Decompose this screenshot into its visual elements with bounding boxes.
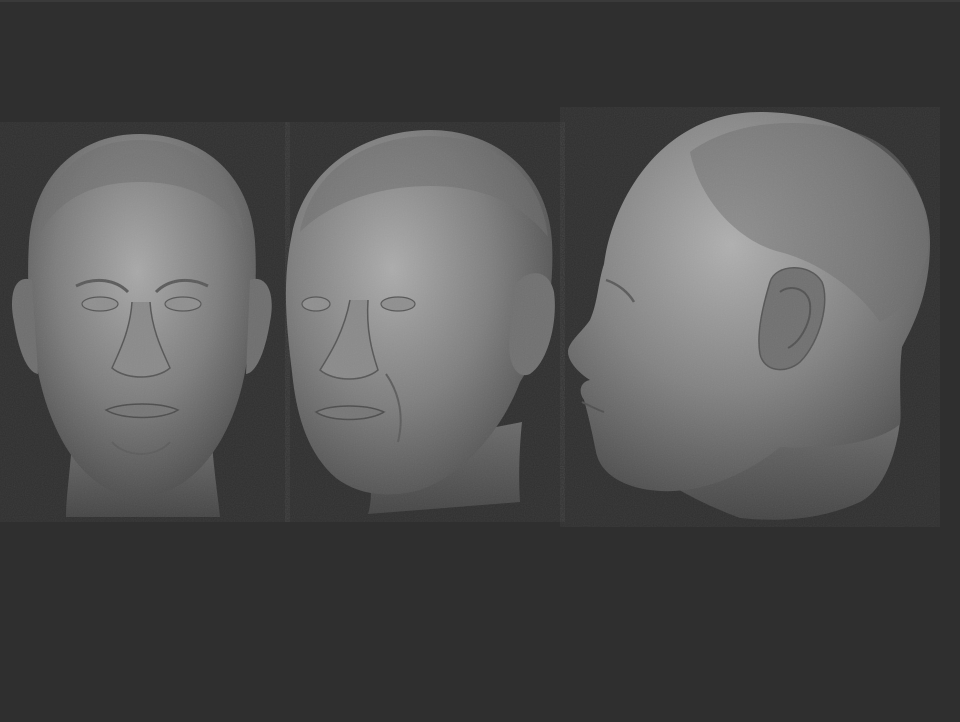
head-profile-view bbox=[560, 107, 940, 527]
head-three-quarter-view bbox=[285, 122, 565, 522]
sculpt-render-canvas bbox=[0, 0, 960, 720]
head-front-view bbox=[0, 122, 290, 522]
head-renders bbox=[0, 107, 940, 527]
